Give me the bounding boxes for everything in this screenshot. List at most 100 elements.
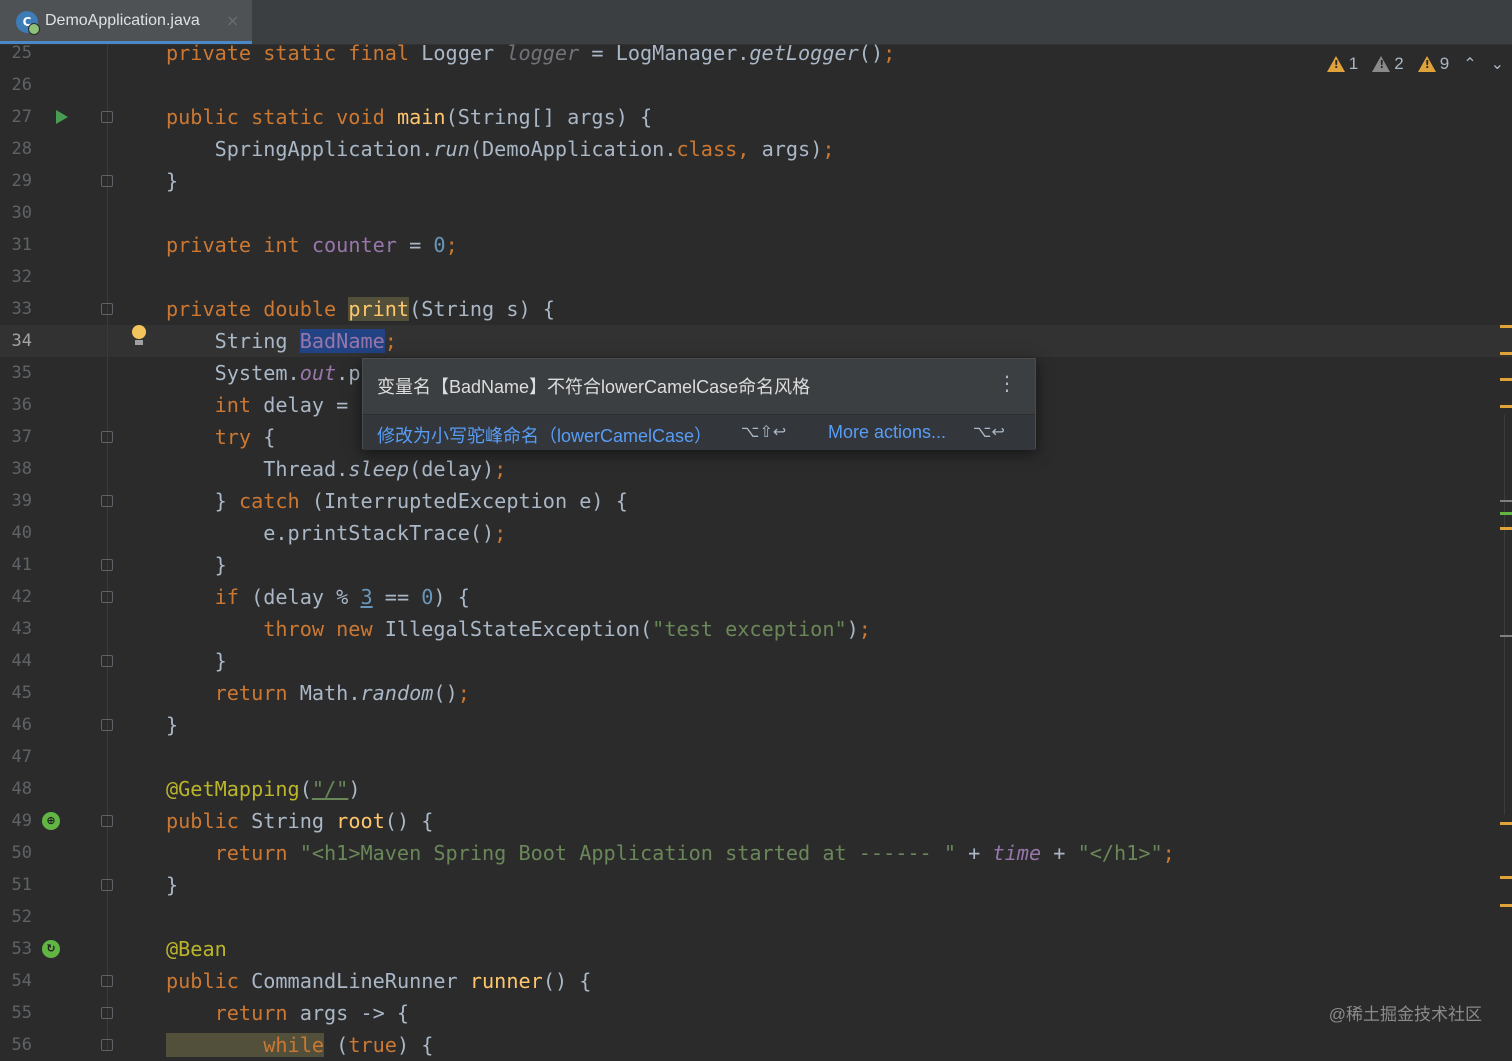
spring-bean-icon[interactable]: ↻ [42,940,60,958]
error-stripe-mark[interactable] [1500,635,1512,637]
error-stripe-mark[interactable] [1500,500,1512,502]
code-line[interactable]: 30 [0,197,1500,229]
code-line[interactable]: 48 @GetMapping("/") [0,773,1500,805]
code-text[interactable]: return args -> { [166,997,409,1029]
line-number: 45 [11,683,32,703]
fold-marker-icon[interactable] [101,815,113,827]
code-text[interactable]: private static final Logger logger = Log… [166,37,895,69]
watermark: @稀土掘金技术社区 [1328,1005,1482,1024]
code-text[interactable]: if (delay % 3 == 0) { [166,581,470,613]
web-endpoint-icon[interactable]: ⊕ [42,812,60,830]
code-text[interactable]: try { [166,421,276,453]
fold-marker-icon[interactable] [101,175,113,187]
code-text[interactable]: } [166,709,178,741]
error-stripe-mark[interactable] [1500,378,1512,381]
code-line[interactable]: 46 } [0,709,1500,741]
error-stripe-mark[interactable] [1500,405,1512,408]
more-actions-link[interactable]: More actions... [828,422,946,443]
code-text[interactable]: private int counter = 0; [166,229,458,261]
code-line[interactable]: 26 [0,69,1500,101]
code-line[interactable]: 45 return Math.random(); [0,677,1500,709]
code-text[interactable]: } [166,549,227,581]
close-tab-icon[interactable]: × [226,11,239,30]
more-options-icon[interactable]: ⋮ [997,373,1017,393]
code-text[interactable]: while (true) { [166,1029,433,1061]
line-number: 51 [11,875,32,895]
code-text[interactable]: @GetMapping("/") [166,773,360,805]
code-line[interactable]: 33 private double print(String s) { [0,293,1500,325]
error-stripe-mark[interactable] [1500,527,1512,530]
fold-marker-icon[interactable] [101,431,113,443]
code-text[interactable]: } [166,165,178,197]
line-number: 33 [11,299,32,319]
code-line[interactable]: 50 return "<h1>Maven Spring Boot Applica… [0,837,1500,869]
code-text[interactable]: public String root() { [166,805,433,837]
code-line[interactable]: 42 if (delay % 3 == 0) { [0,581,1500,613]
fold-marker-icon[interactable] [101,111,113,123]
fold-marker-icon[interactable] [101,1007,113,1019]
error-stripe-mark[interactable] [1500,822,1512,825]
code-text[interactable]: throw new IllegalStateException("test ex… [166,613,871,645]
error-stripe-mark[interactable] [1500,876,1512,879]
line-number: 46 [11,715,32,735]
code-line[interactable]: 56 while (true) { [0,1029,1500,1061]
fold-marker-icon[interactable] [101,559,113,571]
fold-marker-icon[interactable] [101,655,113,667]
code-line[interactable]: 55 return args -> { [0,997,1500,1029]
fold-marker-icon[interactable] [101,591,113,603]
code-line[interactable]: 44 } [0,645,1500,677]
code-text[interactable]: public static void main(String[] args) { [166,101,652,133]
code-text[interactable]: int delay = [166,389,349,421]
code-text[interactable]: } [166,645,227,677]
error-stripe-mark[interactable] [1500,904,1512,907]
code-text[interactable]: public CommandLineRunner runner() { [166,965,591,997]
fold-marker-icon[interactable] [101,303,113,315]
code-line[interactable]: 40 e.printStackTrace(); [0,517,1500,549]
code-text[interactable]: String BadName; [166,325,397,357]
popup-actions: 修改为小写驼峰命名（lowerCamelCase） ⌥⇧↩ More actio… [363,414,1035,450]
code-line-current[interactable]: 34 String BadName; [0,325,1500,357]
code-text[interactable]: return Math.random(); [166,677,470,709]
code-line[interactable]: 47 [0,741,1500,773]
code-text[interactable]: } [166,869,178,901]
selected-variable[interactable]: BadName [299,329,385,353]
line-number: 27 [11,107,32,127]
fold-marker-icon[interactable] [101,495,113,507]
line-number: 52 [11,907,32,927]
code-text[interactable]: return "<h1>Maven Spring Boot Applicatio… [166,837,1175,869]
code-text[interactable]: private double print(String s) { [166,293,555,325]
code-text[interactable]: System.out.p [166,357,361,389]
code-text[interactable]: } catch (InterruptedException e) { [166,485,628,517]
code-line[interactable]: 41 } [0,549,1500,581]
code-text[interactable]: Thread.sleep(delay); [166,453,506,485]
run-icon[interactable] [56,110,68,124]
fold-marker-icon[interactable] [101,975,113,987]
code-line[interactable]: 27 public static void main(String[] args… [0,101,1500,133]
code-line[interactable]: 31 private int counter = 0; [0,229,1500,261]
code-line[interactable]: 43 throw new IllegalStateException("test… [0,613,1500,645]
quick-fix-link[interactable]: 修改为小写驼峰命名（lowerCamelCase） [377,422,712,448]
error-stripe-mark[interactable] [1500,325,1512,328]
code-line[interactable]: 32 [0,261,1500,293]
code-text[interactable]: @Bean [166,933,227,965]
lightbulb-icon[interactable] [131,325,147,349]
code-line[interactable]: 49 ⊕ public String root() { [0,805,1500,837]
code-text[interactable]: e.printStackTrace(); [166,517,506,549]
error-stripe-mark[interactable] [1500,512,1512,515]
fold-marker-icon[interactable] [101,879,113,891]
code-line[interactable]: 29 } [0,165,1500,197]
error-stripe-mark[interactable] [1500,352,1512,355]
vertical-scrollbar[interactable] [1504,415,1512,815]
code-text[interactable]: SpringApplication.run(DemoApplication.cl… [166,133,835,165]
line-number: 48 [11,779,32,799]
fold-marker-icon[interactable] [101,1039,113,1051]
code-line[interactable]: 25 private static final Logger logger = … [0,37,1500,69]
fold-marker-icon[interactable] [101,719,113,731]
code-line[interactable]: 28 SpringApplication.run(DemoApplication… [0,133,1500,165]
code-line[interactable]: 53 ↻ @Bean [0,933,1500,965]
code-line[interactable]: 54 public CommandLineRunner runner() { [0,965,1500,997]
code-line[interactable]: 52 [0,901,1500,933]
code-line[interactable]: 51 } [0,869,1500,901]
code-line[interactable]: 39 } catch (InterruptedException e) { [0,485,1500,517]
code-line[interactable]: 38 Thread.sleep(delay); [0,453,1500,485]
